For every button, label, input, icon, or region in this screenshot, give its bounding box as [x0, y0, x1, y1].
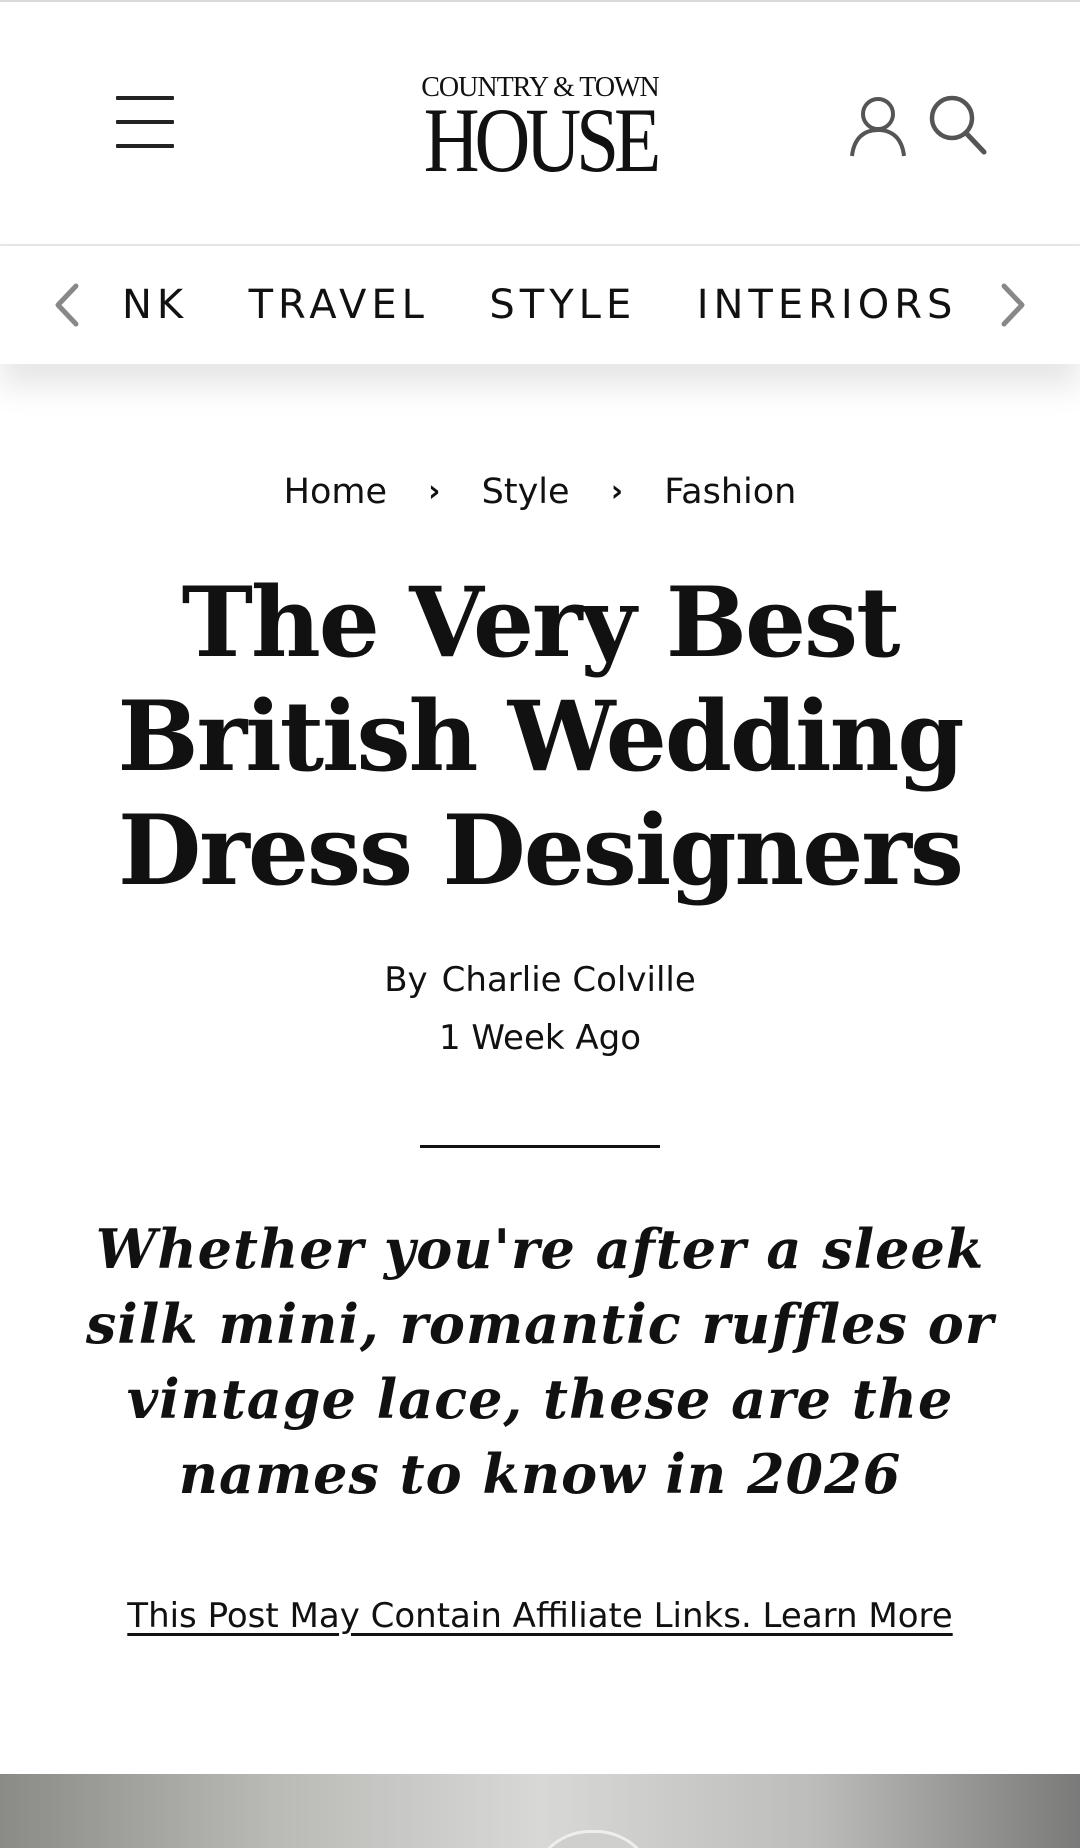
user-icon[interactable]	[846, 94, 910, 158]
hero-image	[0, 1774, 1080, 1848]
article-standfirst: Whether you're after a sleek silk mini, …	[85, 1217, 995, 1506]
menu-line	[116, 96, 174, 100]
nav-items: NK TRAVEL STYLE INTERIORS I	[122, 246, 980, 364]
hamburger-menu-icon[interactable]	[112, 92, 178, 152]
affiliate-learn-more-link[interactable]: This Post May Contain Affiliate Links. L…	[127, 1596, 952, 1636]
site-header: COUNTRY & TOWN HOUSE	[0, 2, 1080, 244]
article-title: The Very Best British Wedding Dress Desi…	[117, 566, 965, 907]
breadcrumb-style[interactable]: Style	[482, 472, 570, 512]
menu-line	[116, 120, 174, 124]
affiliate-disclaimer: This Post May Contain Affiliate Links. L…	[0, 1594, 1080, 1638]
byline: By Charlie Colville	[0, 958, 1080, 1002]
hero-image-detail	[530, 1830, 656, 1848]
chevron-right-icon[interactable]	[992, 276, 1032, 334]
author-link[interactable]: Charlie Colville	[442, 960, 696, 1000]
nav-item-travel[interactable]: TRAVEL	[249, 246, 429, 364]
nav-item-style[interactable]: STYLE	[489, 246, 636, 364]
nav-item-interiors[interactable]: INTERIORS	[697, 246, 958, 364]
site-logo[interactable]: COUNTRY & TOWN HOUSE	[400, 74, 680, 191]
chevron-right-icon: ›	[610, 474, 624, 509]
section-nav: NK TRAVEL STYLE INTERIORS I	[0, 244, 1080, 364]
chevron-right-icon: ›	[428, 474, 441, 509]
publish-date: 1 Week Ago	[438, 1018, 642, 1058]
byline-label: By	[384, 960, 428, 1000]
menu-line	[116, 144, 174, 148]
breadcrumb-fashion[interactable]: Fashion	[664, 472, 796, 512]
search-icon[interactable]	[926, 92, 990, 156]
breadcrumb-home[interactable]: Home	[284, 472, 387, 512]
nav-track: NK TRAVEL STYLE INTERIORS I	[100, 246, 980, 364]
title-divider	[420, 1145, 660, 1148]
breadcrumb: Home › Style › Fashion	[0, 470, 1080, 516]
nav-item-drink[interactable]: NK	[122, 246, 188, 364]
chevron-left-icon[interactable]	[48, 276, 88, 334]
logo-main-text: HOUSE	[423, 89, 661, 191]
